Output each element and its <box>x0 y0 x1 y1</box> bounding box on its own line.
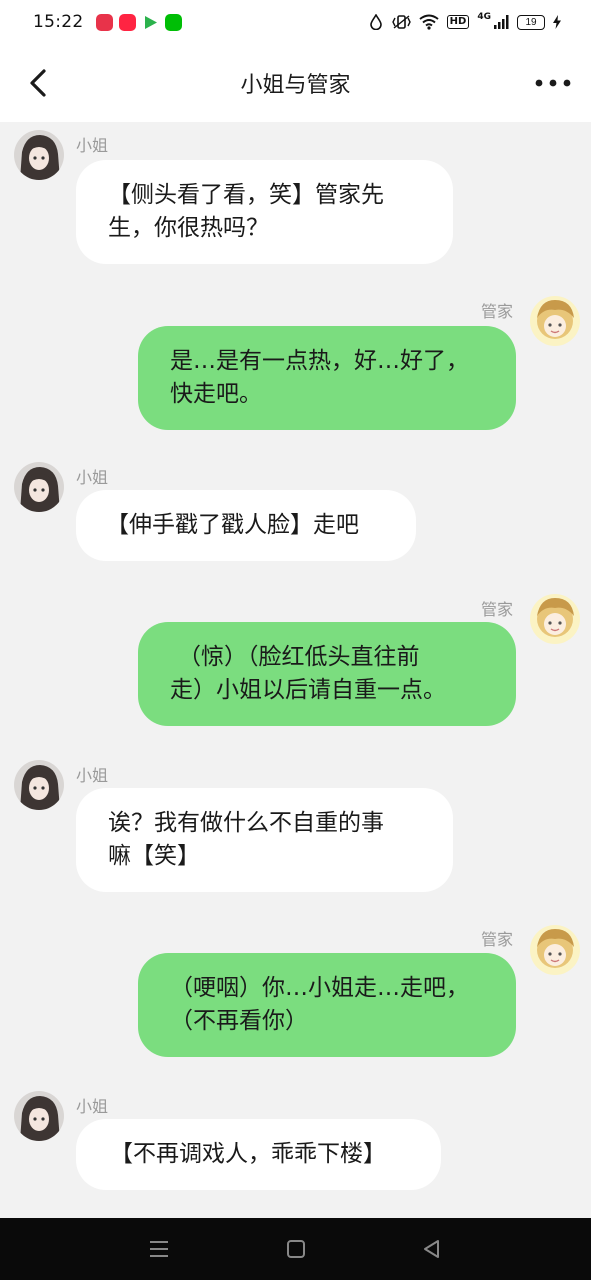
message-row: 小姐 【伸手戳了戳人脸】走吧 <box>0 454 591 574</box>
pinduoduo-icon <box>95 13 113 31</box>
home-icon[interactable] <box>284 1238 308 1260</box>
hd-badge: HD <box>446 15 470 29</box>
sender-name: 管家 <box>481 930 514 949</box>
sender-name: 管家 <box>481 600 514 619</box>
lady-avatar-icon <box>14 130 64 180</box>
message-text-line: （哽咽）你…小姐走…走吧， <box>170 975 469 1001</box>
message-row: 小姐 诶？我有做什么不自重的事 嘛【笑】 <box>0 752 591 902</box>
page-title: 小姐与管家 <box>240 73 351 98</box>
avatar-butler[interactable] <box>530 296 580 346</box>
back-arrow-icon[interactable] <box>24 68 54 98</box>
butler-avatar-icon <box>530 594 580 644</box>
sender-name: 小姐 <box>76 136 109 155</box>
data-saver-icon <box>369 14 382 30</box>
message-row: 管家 （惊）（脸红低头直往前 走）小姐以后请自重一点。 <box>0 586 591 736</box>
lady-avatar-icon <box>14 760 64 810</box>
avatar-lady[interactable] <box>14 1091 64 1141</box>
butler-avatar-icon <box>530 296 580 346</box>
message-text-line: 【侧头看了看，笑】管家先 <box>108 182 384 208</box>
chat-area[interactable]: 小姐 【侧头看了看，笑】管家先 生，你很热吗？ 管家 是…是有一点热，好…好了，… <box>0 122 591 1218</box>
message-text-line: 生，你很热吗？ <box>108 215 269 241</box>
message-bubble[interactable]: 【伸手戳了戳人脸】走吧 <box>76 490 416 561</box>
message-bubble[interactable]: 是…是有一点热，好…好了， 快走吧。 <box>138 326 516 430</box>
message-bubble[interactable]: 【侧头看了看，笑】管家先 生，你很热吗？ <box>76 160 453 264</box>
message-bubble[interactable]: 【不再调戏人，乖乖下楼】 <box>76 1119 441 1190</box>
sender-name: 管家 <box>481 302 514 321</box>
avatar-lady[interactable] <box>14 760 64 810</box>
message-text-line: 嘛【笑】 <box>108 843 200 869</box>
message-bubble[interactable]: 诶？我有做什么不自重的事 嘛【笑】 <box>76 788 453 892</box>
message-text-line: 快走吧。 <box>170 381 262 407</box>
message-text-line: （不再看你） <box>170 1008 308 1034</box>
message-text-line: （惊）（脸红低头直往前 <box>178 644 420 670</box>
chat-header: 小姐与管家 <box>0 44 591 122</box>
more-options-icon[interactable] <box>533 68 573 98</box>
avatar-butler[interactable] <box>530 925 580 975</box>
vibrate-icon <box>391 15 411 29</box>
battery-icon: 19 <box>517 14 545 30</box>
message-row: 管家 （哽咽）你…小姐走…走吧， （不再看你） <box>0 917 591 1067</box>
back-icon[interactable] <box>420 1238 444 1260</box>
message-row: 小姐 【侧头看了看，笑】管家先 生，你很热吗？ <box>0 122 591 272</box>
sender-name: 小姐 <box>76 766 109 785</box>
message-text-line: 【不再调戏人，乖乖下楼】 <box>110 1141 386 1167</box>
avatar-lady[interactable] <box>14 130 64 180</box>
status-indicators: HD 4G 19 <box>369 12 561 30</box>
signal-icon <box>494 15 509 29</box>
status-time: 15:22 <box>33 12 84 32</box>
notification-icons <box>95 13 182 31</box>
network-type: 4G <box>477 12 491 22</box>
butler-avatar-icon <box>530 925 580 975</box>
xiaohongshu-icon <box>118 13 136 31</box>
lady-avatar-icon <box>14 462 64 512</box>
sender-name: 小姐 <box>76 468 109 487</box>
message-bubble[interactable]: （哽咽）你…小姐走…走吧， （不再看你） <box>138 953 516 1057</box>
message-text-line: 是…是有一点热，好…好了， <box>170 348 469 374</box>
status-bar: 15:22 HD 4G 19 <box>0 0 591 44</box>
sender-name: 小姐 <box>76 1097 109 1116</box>
message-row: 小姐 【不再调戏人，乖乖下楼】 <box>0 1083 591 1203</box>
message-row: 管家 是…是有一点热，好…好了， 快走吧。 <box>0 288 591 438</box>
menu-icon[interactable] <box>147 1238 171 1260</box>
charging-icon <box>553 15 561 29</box>
wifi-icon <box>419 14 439 30</box>
message-bubble[interactable]: （惊）（脸红低头直往前 走）小姐以后请自重一点。 <box>138 622 516 726</box>
lady-avatar-icon <box>14 1091 64 1141</box>
iqiyi-icon <box>164 13 182 31</box>
message-text-line: 走）小姐以后请自重一点。 <box>170 677 446 703</box>
play-icon <box>144 15 157 29</box>
avatar-lady[interactable] <box>14 462 64 512</box>
message-text-line: 诶？我有做什么不自重的事 <box>108 810 384 836</box>
system-navigation-bar <box>0 1218 591 1280</box>
message-text-line: 【伸手戳了戳人脸】走吧 <box>106 512 359 538</box>
avatar-butler[interactable] <box>530 594 580 644</box>
